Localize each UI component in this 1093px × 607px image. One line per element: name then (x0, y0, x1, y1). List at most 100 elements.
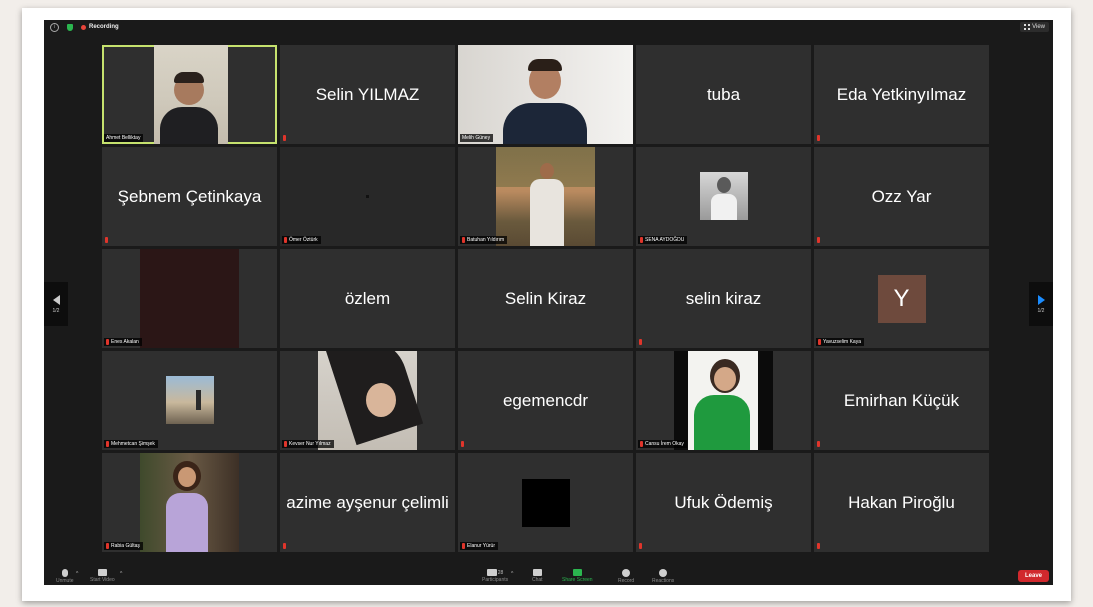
participant-name-label: SENA AYDOĞDU (638, 236, 688, 244)
video-off-icon (97, 569, 107, 576)
muted-mic-icon (639, 543, 642, 549)
muted-mic-icon (283, 543, 286, 549)
muted-mic-icon (817, 135, 820, 141)
participants-button[interactable]: 28 Participants (482, 569, 508, 583)
participant-tile-egemencdr[interactable]: egemencdr (458, 351, 633, 450)
gallery-view: Ahmet Belliktay Selin YILMAZ Melih Güney… (102, 45, 989, 552)
view-label: View (1032, 24, 1045, 30)
record-button[interactable]: Record (618, 569, 634, 584)
participant-name: selin kiraz (685, 288, 762, 308)
mic-muted-icon (61, 569, 68, 577)
participant-tile-sena-aydogdu[interactable]: SENA AYDOĞDU (636, 147, 811, 246)
participant-video (318, 351, 424, 450)
participant-name: Hakan Piroğlu (848, 492, 955, 512)
muted-mic-icon (283, 135, 286, 141)
zoom-meeting-window: i Recording View 1/2 1/2 Ahmet Belliktay… (44, 20, 1053, 585)
participant-video (674, 351, 773, 450)
participant-name: Ufuk Ödemiş (674, 492, 773, 512)
video-options-chevron-icon[interactable]: ^ (120, 571, 122, 577)
participant-name-label: Rabia Gültaş (104, 542, 143, 550)
view-button[interactable]: View (1020, 22, 1049, 32)
participant-tile-batuhan-yildirim[interactable]: Batuhan Yıldırım (458, 147, 633, 246)
start-video-button[interactable]: Start Video (90, 569, 115, 583)
chat-button[interactable]: Chat (532, 569, 543, 583)
muted-mic-icon (817, 441, 820, 447)
leave-button[interactable]: Leave (1018, 570, 1049, 582)
participant-video (458, 45, 633, 144)
page-indicator-left: 1/2 (52, 307, 60, 314)
info-icon[interactable]: i (50, 22, 59, 32)
participant-tile-hakan-piroglu[interactable]: Hakan Piroğlu (814, 453, 989, 552)
participant-name: Selin Kiraz (504, 288, 587, 308)
muted-mic-icon (640, 441, 643, 447)
participant-name: egemencdr (502, 390, 589, 410)
participant-tile-ozlem[interactable]: özlem (280, 249, 455, 348)
share-screen-button[interactable]: Share Screen (562, 569, 593, 583)
participant-name: Şebnem Çetinkaya (117, 186, 262, 206)
participant-video (154, 45, 228, 144)
participant-avatar: Y (877, 274, 926, 323)
next-page-button[interactable]: 1/2 (1029, 282, 1053, 326)
participant-name-label: Elanur Yürür (460, 542, 498, 550)
share-screen-icon (572, 569, 582, 576)
recording-label: Recording (89, 24, 119, 30)
page-indicator-right: 1/2 (1037, 307, 1045, 314)
participant-tile-selin-kiraz[interactable]: Selin Kiraz (458, 249, 633, 348)
participant-name-label: Yavuzselim Kaya (816, 338, 864, 346)
participant-name-label: Mehmetcan Şimşek (104, 440, 158, 448)
participant-tile-omer-ozturk[interactable]: Ömer Öztürk (280, 147, 455, 246)
participant-tile-kevser-nur-yilmaz[interactable]: Kevser Nur Yılmaz (280, 351, 455, 450)
participant-photo (700, 172, 748, 220)
participant-tile-ahmet-belliktay[interactable]: Ahmet Belliktay (102, 45, 277, 144)
participant-name-label: Melih Güney (460, 134, 494, 142)
participant-tile-enes-akalan[interactable]: Enes Akalan (102, 249, 277, 348)
participant-tile-selin-kiraz-2[interactable]: selin kiraz (636, 249, 811, 348)
participant-tile-emirhan-kucuk[interactable]: Emirhan Küçük (814, 351, 989, 450)
participant-photo (166, 376, 214, 424)
participant-tile-cansu-irem-okay[interactable]: Cansu İrem Okay (636, 351, 811, 450)
muted-mic-icon (639, 339, 642, 345)
participant-name: Emirhan Küçük (843, 390, 960, 410)
muted-mic-icon (817, 237, 820, 243)
participant-name: Eda Yetkinyılmaz (836, 84, 967, 104)
participant-video (496, 147, 595, 246)
muted-mic-icon (284, 237, 287, 243)
participant-tile-selin-yilmaz[interactable]: Selin YILMAZ (280, 45, 455, 144)
unmute-button[interactable]: Unmute (56, 569, 74, 584)
muted-mic-icon (106, 339, 109, 345)
muted-mic-icon (461, 441, 464, 447)
participant-name: özlem (344, 288, 391, 308)
muted-mic-icon (462, 543, 465, 549)
audio-options-chevron-icon[interactable]: ^ (76, 571, 78, 577)
participant-name-label: Ömer Öztürk (282, 236, 321, 244)
reactions-icon (659, 569, 668, 577)
participant-tile-ozz-yar[interactable]: Ozz Yar (814, 147, 989, 246)
muted-mic-icon (462, 237, 465, 243)
participant-video (140, 453, 239, 552)
participants-icon (486, 569, 497, 576)
participant-tile-azime-aysenur-celimli[interactable]: azime ayşenur çelimli (280, 453, 455, 552)
participant-video-dot (366, 195, 369, 198)
muted-mic-icon (106, 441, 109, 447)
reactions-button[interactable]: Reactions (652, 569, 674, 584)
participant-tile-elanur-yurur[interactable]: Elanur Yürür (458, 453, 633, 552)
participant-name-label: Kevser Nur Yılmaz (282, 440, 334, 448)
participant-tile-tuba[interactable]: tuba (636, 45, 811, 144)
participant-tile-eda-yetkinyilmaz[interactable]: Eda Yetkinyılmaz (814, 45, 989, 144)
participant-tile-ufuk-odemis[interactable]: Ufuk Ödemiş (636, 453, 811, 552)
encryption-shield-icon[interactable] (67, 23, 73, 31)
participant-tile-sebnem-cetinkaya[interactable]: Şebnem Çetinkaya (102, 147, 277, 246)
participant-tile-yavuzselim-kaya[interactable]: Y Yavuzselim Kaya (814, 249, 989, 348)
arrow-left-icon (52, 294, 60, 305)
participant-tile-rabia-gultas[interactable]: Rabia Gültaş (102, 453, 277, 552)
grid-view-icon (1024, 24, 1031, 30)
participants-options-chevron-icon[interactable]: ^ (511, 571, 513, 577)
muted-mic-icon (105, 237, 108, 243)
muted-mic-icon (817, 543, 820, 549)
participant-tile-mehmetcan-simsek[interactable]: Mehmetcan Şimşek (102, 351, 277, 450)
participant-name-label: Ahmet Belliktay (104, 134, 144, 142)
previous-page-button[interactable]: 1/2 (44, 282, 68, 326)
participant-name: azime ayşenur çelimli (286, 492, 449, 512)
record-icon (622, 569, 631, 577)
participant-tile-melih-guney[interactable]: Melih Güney (458, 45, 633, 144)
